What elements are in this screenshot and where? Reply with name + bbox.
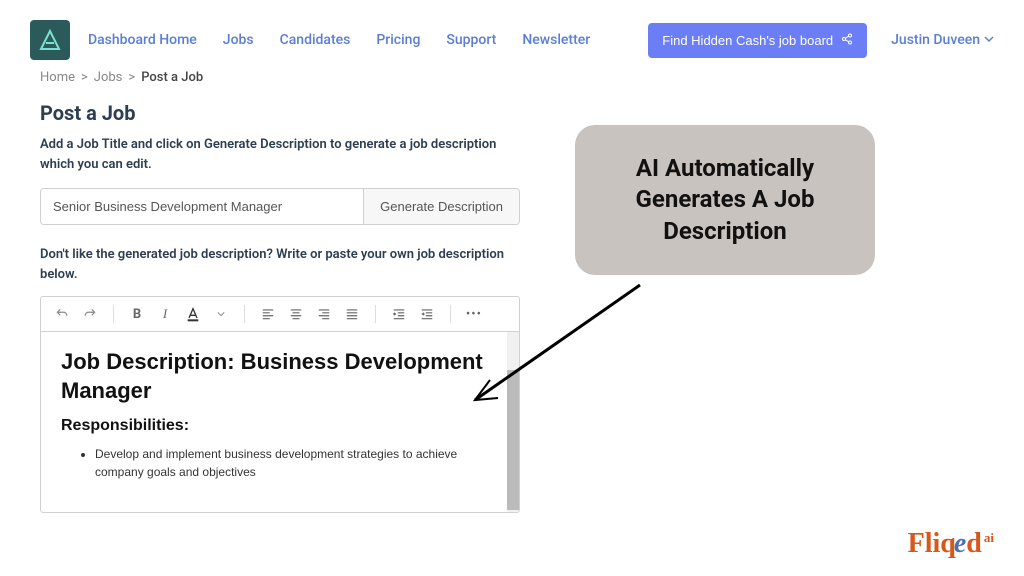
align-justify-button[interactable] [343, 305, 361, 323]
instruction-text: Add a Job Title and click on Generate De… [40, 135, 520, 174]
app-logo[interactable] [30, 20, 70, 60]
top-bar: Dashboard Home Jobs Candidates Pricing S… [0, 0, 1024, 70]
breadcrumb-jobs[interactable]: Jobs [94, 70, 123, 85]
job-title-row: Generate Description [40, 188, 520, 225]
find-job-board-button[interactable]: Find Hidden Cash's job board [648, 23, 867, 58]
scroll-thumb[interactable] [507, 370, 519, 510]
outdent-button[interactable] [390, 305, 408, 323]
indent-button[interactable] [418, 305, 436, 323]
align-left-button[interactable] [259, 305, 277, 323]
brand-logo: Fliqedai [908, 528, 994, 560]
redo-button[interactable] [81, 305, 99, 323]
find-button-label: Find Hidden Cash's job board [662, 33, 833, 48]
editor-bullet: Develop and implement business developme… [95, 445, 499, 481]
chevron-down-icon [984, 32, 994, 48]
align-center-button[interactable] [287, 305, 305, 323]
share-icon [841, 33, 853, 48]
more-button[interactable]: ••• [465, 305, 483, 323]
job-title-input[interactable] [41, 189, 363, 224]
text-color-button[interactable] [184, 305, 202, 323]
nav-pricing[interactable]: Pricing [376, 32, 420, 48]
undo-button[interactable] [53, 305, 71, 323]
nav-candidates[interactable]: Candidates [280, 32, 351, 48]
page-title: Post a Job [40, 101, 520, 125]
editor-heading: Job Description: Business Development Ma… [61, 348, 499, 405]
nav-newsletter[interactable]: Newsletter [522, 32, 590, 48]
callout-text: AI Automatically Generates A Job Descrip… [595, 153, 855, 247]
editor-body[interactable]: Job Description: Business Development Ma… [41, 332, 519, 512]
rich-text-editor: B I ••• Job Descriptio [40, 296, 520, 513]
instruction-text-2: Don't like the generated job description… [40, 245, 520, 284]
nav-support[interactable]: Support [446, 32, 496, 48]
italic-button[interactable]: I [156, 305, 174, 323]
breadcrumb-current: Post a Job [141, 70, 203, 85]
breadcrumb-home[interactable]: Home [40, 70, 75, 85]
bold-button[interactable]: B [128, 305, 146, 323]
main-content: Post a Job Add a Job Title and click on … [0, 85, 560, 529]
editor-subheading: Responsibilities: [61, 417, 499, 435]
annotation-callout: AI Automatically Generates A Job Descrip… [575, 125, 875, 275]
breadcrumb: Home > Jobs > Post a Job [0, 70, 1024, 85]
main-nav: Dashboard Home Jobs Candidates Pricing S… [88, 32, 590, 48]
align-right-button[interactable] [315, 305, 333, 323]
user-menu[interactable]: Justin Duveen [891, 32, 994, 48]
nav-dashboard[interactable]: Dashboard Home [88, 32, 197, 48]
nav-jobs[interactable]: Jobs [223, 32, 254, 48]
editor-scrollbar[interactable] [507, 332, 519, 512]
editor-toolbar: B I ••• [41, 297, 519, 332]
generate-description-button[interactable]: Generate Description [363, 189, 519, 224]
dropdown-icon[interactable] [212, 305, 230, 323]
user-name: Justin Duveen [891, 32, 980, 48]
